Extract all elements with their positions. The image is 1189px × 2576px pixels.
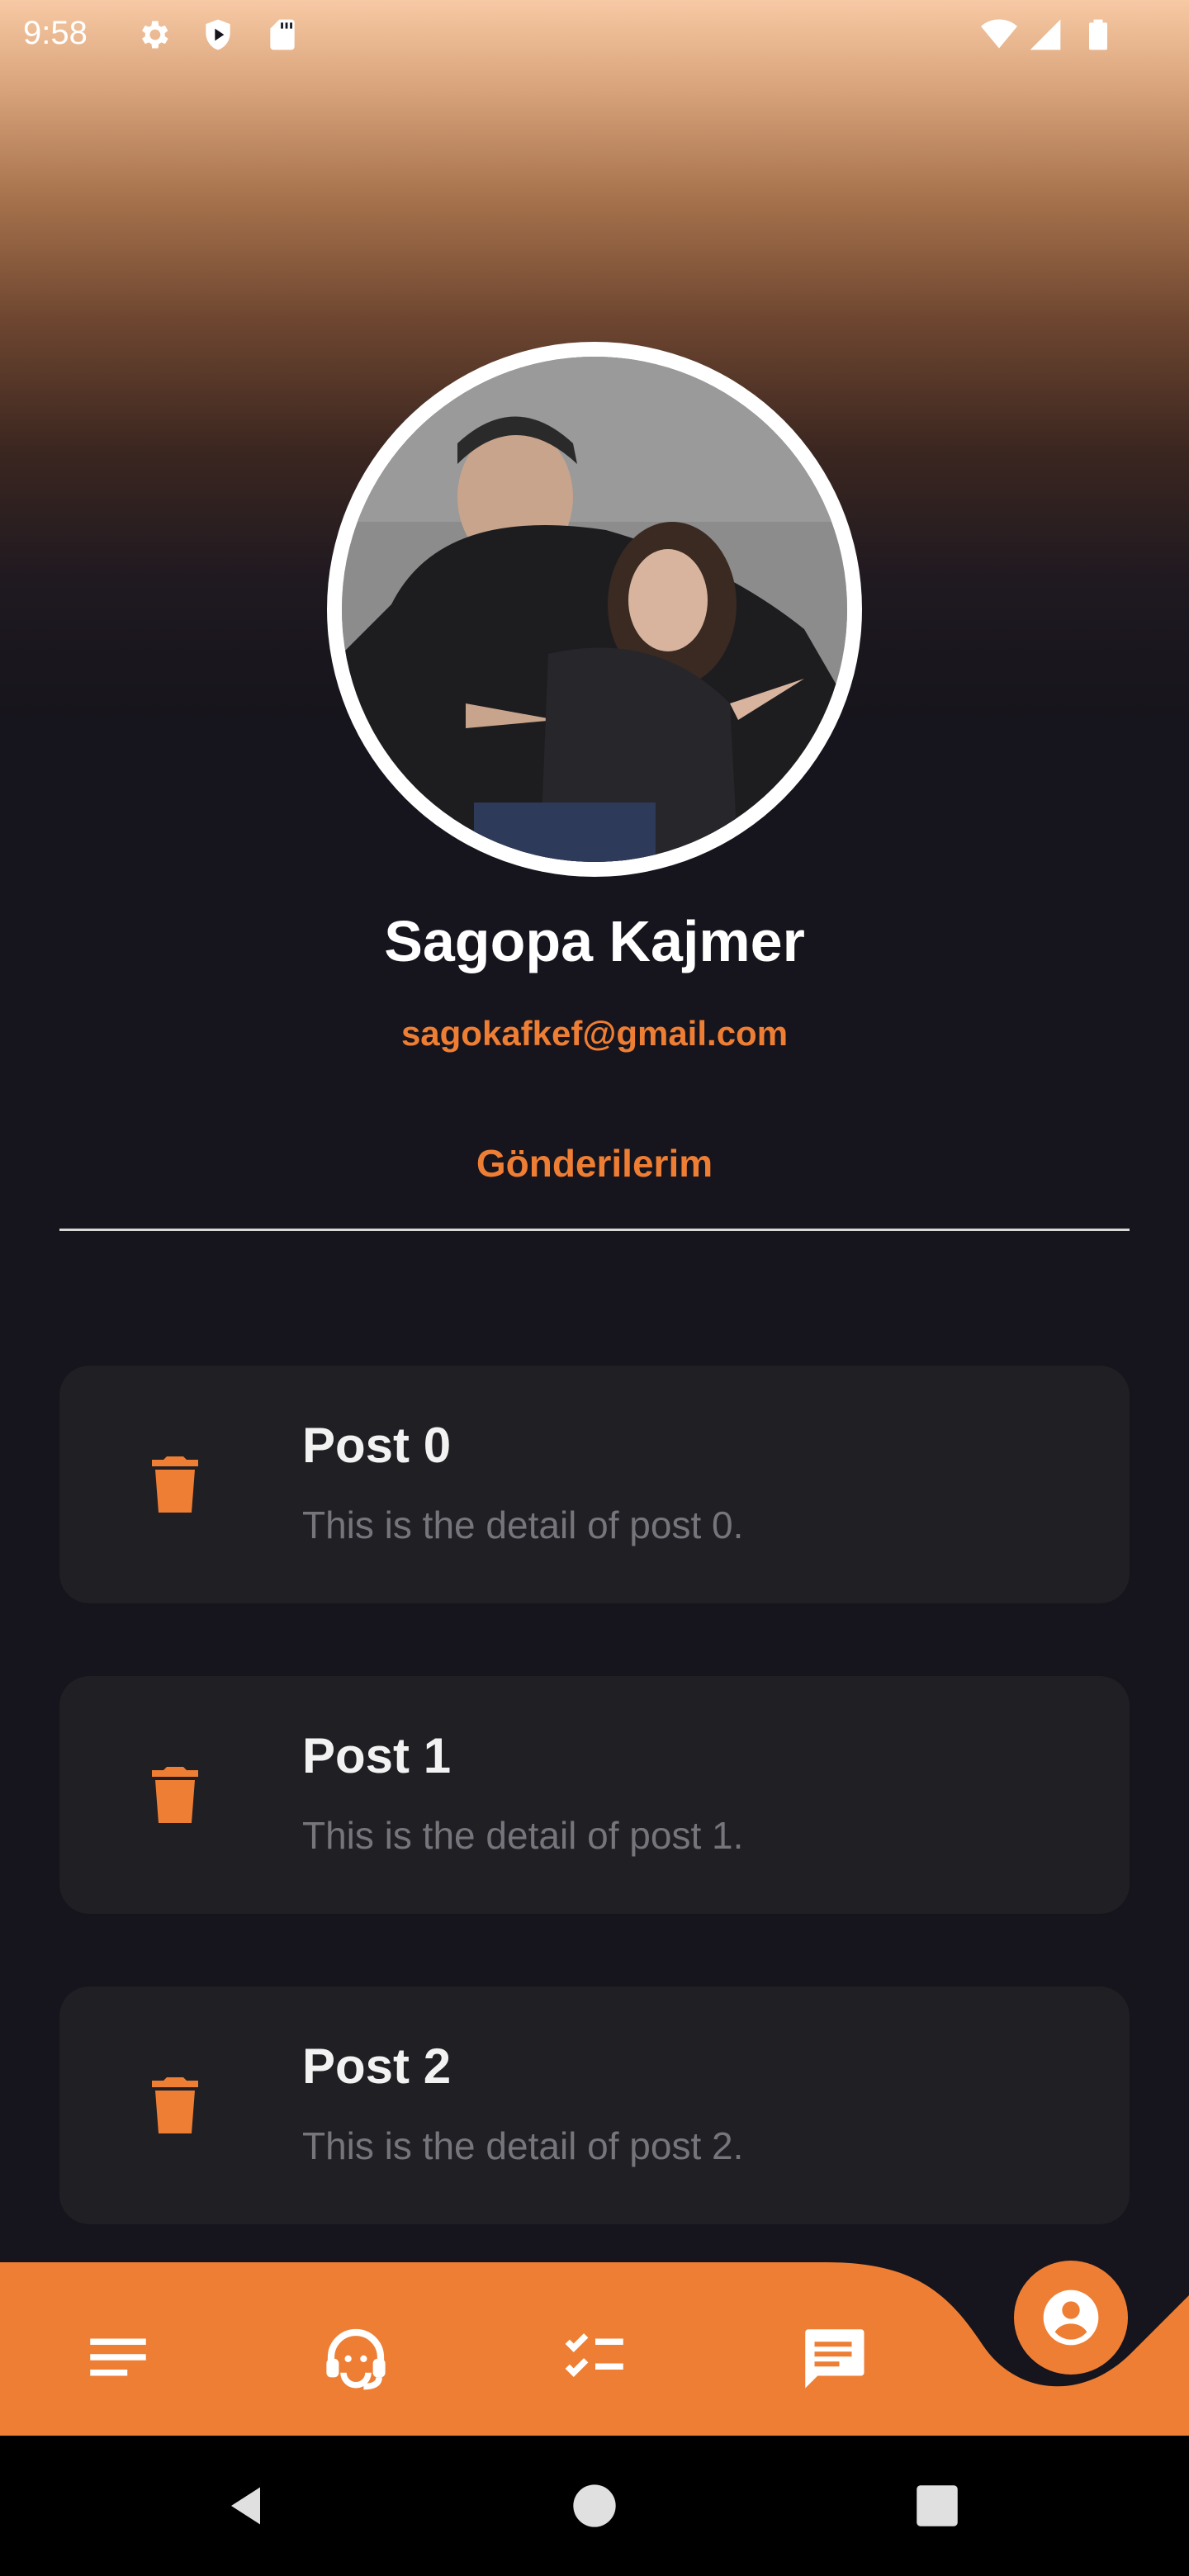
checklist-icon[interactable] xyxy=(558,2320,632,2394)
post-card[interactable]: Post 1 This is the detail of post 1. xyxy=(59,1676,1130,1914)
support-agent-icon[interactable] xyxy=(319,2320,393,2394)
status-time: 9:58 xyxy=(23,15,88,51)
post-title: Post 2 xyxy=(302,2039,452,2094)
system-navigation-bar xyxy=(0,2436,1189,2576)
post-title: Post 1 xyxy=(302,1728,452,1783)
recents-icon[interactable] xyxy=(915,2484,959,2528)
list-icon[interactable] xyxy=(81,2320,155,2394)
bottom-navigation xyxy=(0,2262,1189,2436)
shield-icon xyxy=(206,19,230,50)
account-circle-icon xyxy=(1043,2290,1099,2346)
profile-photo xyxy=(342,357,847,862)
post-title: Post 0 xyxy=(302,1418,452,1473)
post-card[interactable]: Post 2 This is the detail of post 2. xyxy=(59,1986,1130,2224)
profile-name: Sagopa Kajmer xyxy=(384,909,805,973)
tab-indicator xyxy=(59,1229,1130,1231)
post-detail: This is the detail of post 2. xyxy=(302,2124,744,2167)
chat-icon[interactable] xyxy=(796,2320,870,2394)
avatar[interactable] xyxy=(327,342,862,877)
delete-icon[interactable] xyxy=(152,1767,198,1823)
post-detail: This is the detail of post 1. xyxy=(302,1814,744,1857)
home-icon[interactable] xyxy=(571,2483,618,2529)
settings-icon xyxy=(142,21,168,49)
post-detail: This is the detail of post 0. xyxy=(302,1503,744,1546)
delete-icon[interactable] xyxy=(152,2077,198,2133)
tab-my-posts[interactable]: Gönderilerim xyxy=(59,1141,1130,1186)
nav-profile-button[interactable] xyxy=(1014,2261,1128,2375)
profile-email: sagokafkef@gmail.com xyxy=(400,1014,789,1053)
back-icon[interactable] xyxy=(223,2481,272,2531)
status-bar: 9:58 xyxy=(0,0,1189,69)
wifi-icon xyxy=(981,19,1017,49)
battery-icon xyxy=(1089,19,1107,50)
sd-card-icon xyxy=(270,19,295,50)
cell-signal-icon xyxy=(1030,19,1061,50)
post-card[interactable]: Post 0 This is the detail of post 0. xyxy=(59,1366,1130,1603)
delete-icon[interactable] xyxy=(152,1456,198,1513)
